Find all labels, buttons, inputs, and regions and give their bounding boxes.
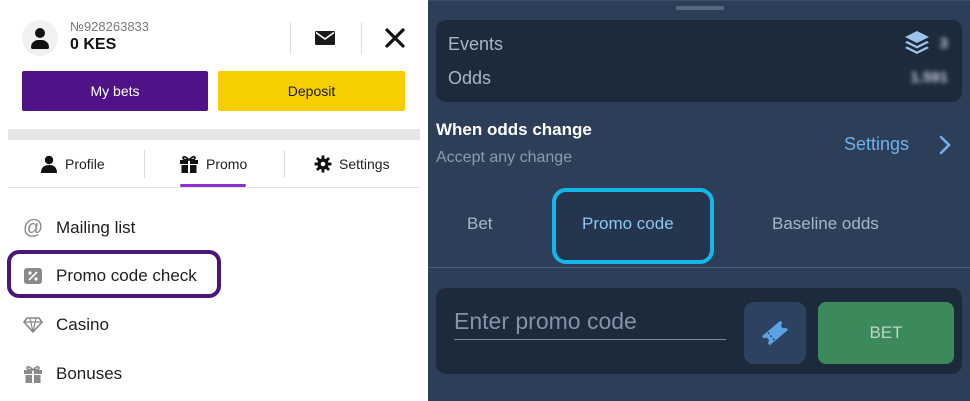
avatar-body-shape <box>31 40 49 49</box>
close-icon[interactable] <box>384 27 406 49</box>
gift-icon <box>22 363 44 385</box>
tab-promo-label: Promo <box>206 156 248 172</box>
tab-bet[interactable]: Bet <box>467 214 493 234</box>
odds-change-value: Accept any change <box>436 149 573 166</box>
section-divider <box>8 129 420 140</box>
menu-item-casino[interactable]: Casino <box>22 310 109 340</box>
account-header: №928263833 0 KES <box>22 16 422 60</box>
avatar[interactable] <box>22 20 58 56</box>
tabs-divider <box>428 267 970 268</box>
tab-baseline-odds[interactable]: Baseline odds <box>772 214 879 234</box>
tab-promo-code[interactable]: Promo code <box>582 214 674 234</box>
profile-tabs: Profile Promo Settings <box>8 140 420 188</box>
account-id: №928263833 <box>70 19 150 34</box>
bet-slip-panel: Events 3 Odds 1.591 When odds change Acc… <box>428 0 970 401</box>
account-balance: 0 KES <box>70 36 117 53</box>
tab-promo[interactable]: Promo <box>179 140 247 188</box>
tab-settings-label: Settings <box>339 156 390 172</box>
gear-icon <box>314 155 332 173</box>
account-menu-panel: №928263833 0 KES My bets Deposit Profile <box>0 0 428 401</box>
odds-settings-link[interactable]: Settings <box>844 134 909 155</box>
bet-button[interactable]: BET <box>818 302 954 364</box>
menu-item-bonuses[interactable]: Bonuses <box>22 359 122 389</box>
menu-item-label: Casino <box>56 315 109 334</box>
tab-divider <box>284 150 285 178</box>
avatar-head-shape <box>35 28 45 38</box>
deposit-button[interactable]: Deposit <box>218 71 405 111</box>
tab-settings[interactable]: Settings <box>314 140 390 188</box>
drag-handle[interactable] <box>676 6 724 10</box>
active-tab-indicator <box>180 184 246 187</box>
menu-item-label: Bonuses <box>56 364 123 383</box>
header-divider <box>361 22 362 54</box>
tab-divider <box>144 150 145 178</box>
odds-change-title: When odds change <box>436 120 592 139</box>
menu-item-promo-code-check[interactable]: Promo code check <box>22 261 197 291</box>
menu-item-mailing-list[interactable]: @ Mailing list <box>22 213 136 243</box>
layers-icon <box>905 31 929 54</box>
events-label: Events <box>448 34 504 54</box>
gift-icon <box>180 155 198 173</box>
panel-top-border <box>428 0 970 1</box>
my-bets-button[interactable]: My bets <box>22 71 208 111</box>
menu-item-label: Mailing list <box>56 218 136 237</box>
ticket-button[interactable] <box>744 302 806 364</box>
ticket-icon <box>761 320 789 346</box>
tab-profile[interactable]: Profile <box>40 140 105 188</box>
percent-tag-icon <box>22 265 44 287</box>
diamond-icon <box>22 314 44 336</box>
tab-profile-label: Profile <box>65 156 105 172</box>
odds-label: Odds <box>448 68 492 88</box>
at-icon: @ <box>22 216 44 239</box>
promo-input-card: BET <box>436 288 962 374</box>
bet-summary-card: Events 3 Odds 1.591 <box>436 20 962 102</box>
odds-value: 1.591 <box>910 69 948 86</box>
person-icon <box>41 155 57 173</box>
header-divider <box>290 22 291 54</box>
mail-icon[interactable] <box>315 31 335 45</box>
menu-item-label: Promo code check <box>56 266 197 285</box>
events-count: 3 <box>939 35 948 52</box>
chevron-right-icon[interactable] <box>938 135 952 155</box>
promo-code-input[interactable] <box>454 304 726 340</box>
